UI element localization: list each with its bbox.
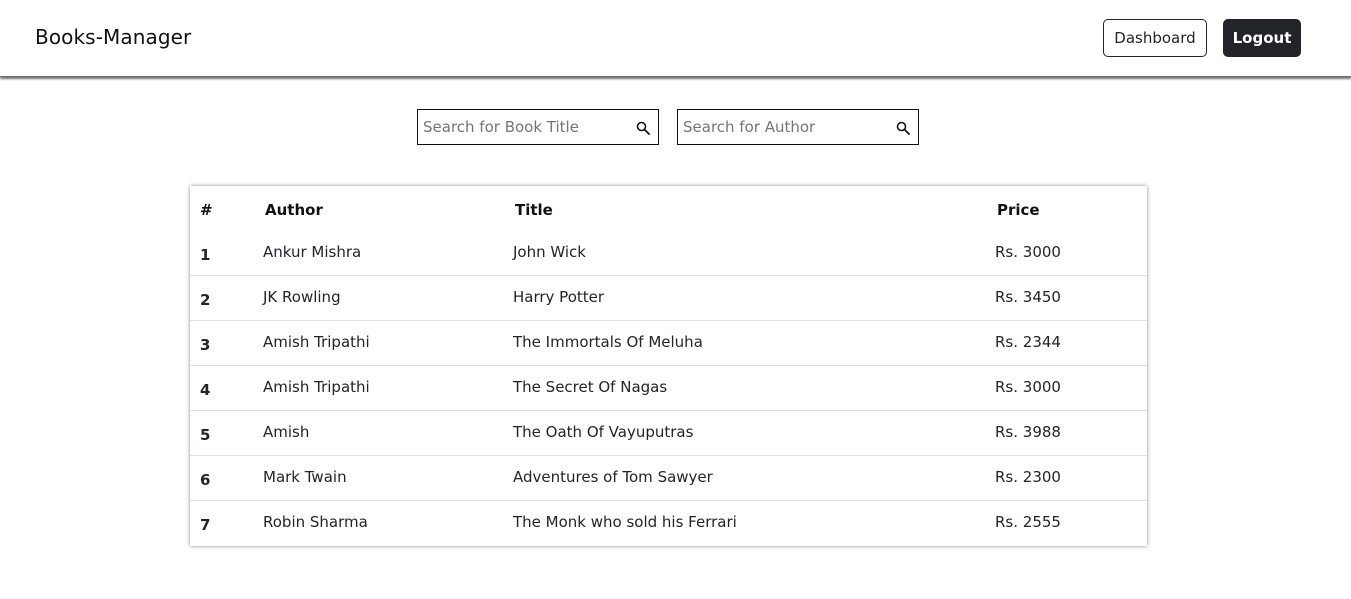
table-row: 2 JK Rowling Harry Potter Rs. 3450 [190, 275, 1147, 320]
row-num: 3 [200, 336, 211, 354]
row-title: The Immortals Of Meluha [513, 333, 703, 351]
row-title: John Wick [513, 243, 586, 261]
header-author: Author [265, 201, 323, 219]
row-author: Robin Sharma [263, 513, 368, 531]
row-author: Mark Twain [263, 468, 347, 486]
table-row: 7 Robin Sharma The Monk who sold his Fer… [190, 500, 1147, 545]
row-price: Rs. 3450 [995, 288, 1061, 306]
navbar: Books-Manager Dashboard Logout [0, 0, 1351, 77]
row-num: 2 [200, 291, 211, 309]
row-title: The Oath Of Vayuputras [513, 423, 694, 441]
search-title-input[interactable] [418, 110, 633, 144]
row-num: 5 [200, 426, 211, 444]
table-row: 3 Amish Tripathi The Immortals Of Meluha… [190, 320, 1147, 365]
row-price: Rs. 3000 [995, 243, 1061, 261]
row-author: JK Rowling [263, 288, 341, 306]
row-title: Harry Potter [513, 288, 605, 306]
header-price: Price [997, 201, 1040, 219]
row-num: 6 [200, 471, 211, 489]
search-author-box [677, 109, 919, 145]
search-author-input[interactable] [678, 110, 893, 144]
row-price: Rs. 2555 [995, 513, 1061, 531]
logout-button[interactable]: Logout [1223, 19, 1301, 57]
books-table: # Author Title Price 1 Ankur Mishra John… [190, 186, 1147, 546]
row-price: Rs. 2344 [995, 333, 1061, 351]
row-price: Rs. 2300 [995, 468, 1061, 486]
table-row: 6 Mark Twain Adventures of Tom Sawyer Rs… [190, 455, 1147, 500]
row-num: 4 [200, 381, 211, 399]
row-title: Adventures of Tom Sawyer [513, 468, 713, 486]
row-author: Amish Tripathi [263, 378, 370, 396]
header-title: Title [515, 201, 553, 219]
table-row: 4 Amish Tripathi The Secret Of Nagas Rs.… [190, 365, 1147, 410]
header-num: # [200, 201, 213, 219]
row-author: Amish [263, 423, 310, 441]
table-row: 5 Amish The Oath Of Vayuputras Rs. 3988 [190, 410, 1147, 455]
row-title: The Secret Of Nagas [513, 378, 668, 396]
row-num: 7 [200, 516, 211, 534]
row-author: Amish Tripathi [263, 333, 370, 351]
row-author: Ankur Mishra [263, 243, 362, 261]
row-title: The Monk who sold his Ferrari [513, 513, 737, 531]
search-title-box [417, 109, 659, 145]
row-price: Rs. 3000 [995, 378, 1061, 396]
row-price: Rs. 3988 [995, 423, 1061, 441]
table-header: # Author Title Price [190, 186, 1147, 231]
table-row: 1 Ankur Mishra John Wick Rs. 3000 [190, 231, 1147, 276]
brand-title[interactable]: Books-Manager [35, 25, 191, 49]
row-num: 1 [200, 246, 211, 264]
dashboard-button[interactable]: Dashboard [1103, 19, 1207, 57]
search-icon[interactable] [896, 121, 910, 135]
search-icon[interactable] [636, 121, 650, 135]
